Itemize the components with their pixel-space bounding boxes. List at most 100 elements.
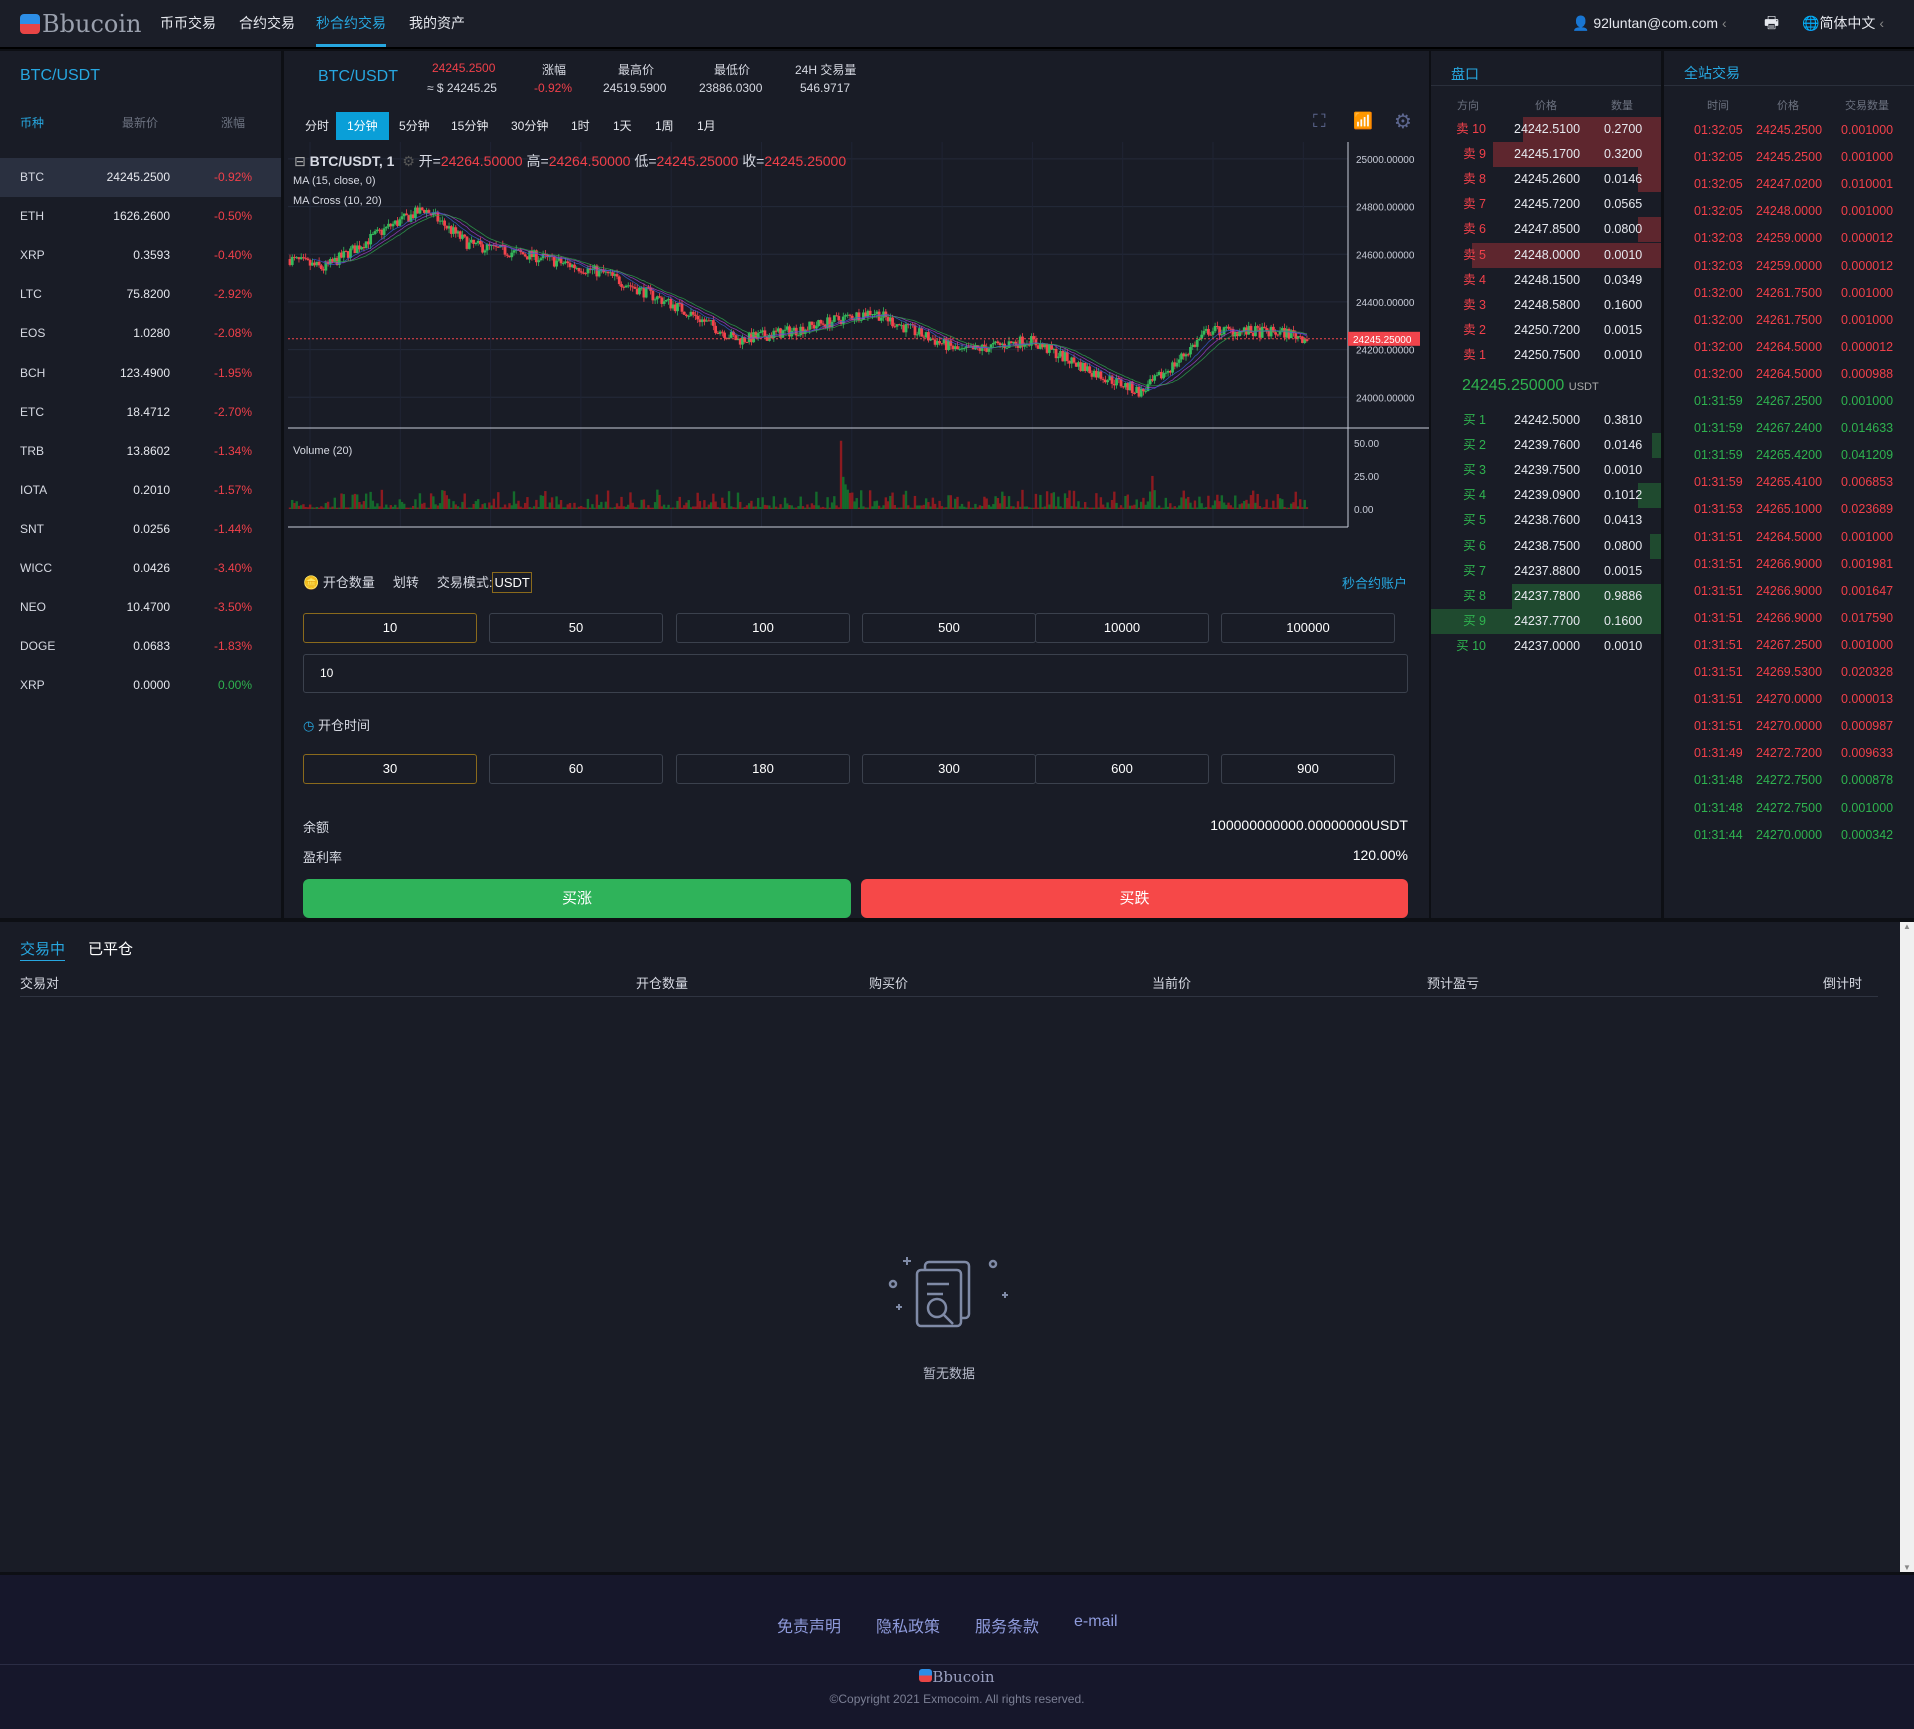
trade-time: 01:32:03	[1694, 231, 1743, 246]
market-row[interactable]: BCH 123.4900 -1.95%	[0, 354, 281, 393]
coins-icon: 🪙	[303, 575, 320, 590]
duration-option[interactable]: 60	[489, 754, 663, 784]
market-row[interactable]: SNT 0.0256 -1.44%	[0, 510, 281, 549]
amount-option[interactable]: 500	[862, 613, 1036, 643]
interval-tab[interactable]: 1时	[560, 112, 601, 140]
legend-settings-icon[interactable]: ⚙	[402, 153, 415, 169]
market-row[interactable]: NEO 10.4700 -3.50%	[0, 588, 281, 627]
interval-tab[interactable]: 15分钟	[440, 112, 499, 140]
market-row[interactable]: LTC 75.8200 -2.92%	[0, 275, 281, 314]
nav-second-contract[interactable]: 秒合约交易	[316, 0, 386, 47]
scrollbar[interactable]: ▲ ▼	[1900, 922, 1914, 1572]
fullscreen-icon[interactable]: ⛶	[1313, 111, 1326, 132]
bid-order-row[interactable]: 买 9 24237.7700 0.1600	[1431, 608, 1661, 634]
footer-link-disclaimer[interactable]: 免责声明	[777, 1613, 841, 1637]
order-book: 盘口 方向 价格 数量 卖 10 24242.5100 0.2700 卖 9 24245…	[1431, 51, 1661, 918]
volume-bar	[1030, 507, 1033, 509]
collapse-icon[interactable]: ⊟	[294, 153, 306, 169]
settings-icon[interactable]: ⚙	[1394, 109, 1412, 134]
market-row[interactable]: WICC 0.0426 -3.40%	[0, 549, 281, 588]
market-row[interactable]: TRB 13.8602 -1.34%	[0, 432, 281, 471]
volume-bar	[1269, 507, 1273, 509]
ask-order-row[interactable]: 卖 6 24247.8500 0.0800	[1431, 217, 1661, 243]
nav-contract[interactable]: 合约交易	[239, 0, 295, 47]
footer-link-privacy[interactable]: 隐私政策	[876, 1613, 940, 1637]
volume-bar	[353, 493, 357, 509]
bid-order-row[interactable]: 买 7 24237.8800 0.0015	[1431, 559, 1661, 584]
ask-order-row[interactable]: 卖 5 24248.0000 0.0010	[1431, 242, 1661, 268]
account-link[interactable]: 秒合约账户	[1342, 573, 1407, 592]
ask-order-row[interactable]: 卖 1 24250.7500 0.0010	[1431, 343, 1661, 368]
brand-logo[interactable]: Bbucoin	[20, 10, 141, 38]
tab-open-positions[interactable]: 交易中	[20, 938, 66, 961]
user-menu[interactable]: 👤 92luntan@com.com ‹	[1572, 0, 1727, 47]
amount-option[interactable]: 100	[676, 613, 850, 643]
market-row[interactable]: ETH 1626.2600 -0.50%	[0, 197, 281, 236]
interval-tab[interactable]: 1天	[602, 112, 643, 140]
interval-tab[interactable]: 1月	[686, 112, 727, 140]
user-icon: 👤	[1572, 15, 1590, 31]
volume-bar	[537, 507, 540, 509]
interval-tab[interactable]: 30分钟	[500, 112, 559, 140]
market-row[interactable]: DOGE 0.0683 -1.83%	[0, 627, 281, 666]
amount-option[interactable]: 10	[303, 613, 477, 643]
bid-order-row[interactable]: 买 1 24242.5000 0.3810	[1431, 408, 1661, 433]
bid-order-row[interactable]: 买 3 24239.7500 0.0010	[1431, 458, 1661, 483]
user-email: 92luntan@com.com	[1593, 15, 1719, 31]
market-row[interactable]: XRP 0.0000 0.00%	[0, 666, 281, 705]
footer-link-terms[interactable]: 服务条款	[975, 1613, 1039, 1637]
bid-order-row[interactable]: 买 8 24237.7800 0.9886	[1431, 583, 1661, 609]
order-side: 卖 1	[1463, 347, 1486, 362]
duration-option[interactable]: 30	[303, 754, 477, 784]
volume-bar	[898, 507, 901, 509]
market-row[interactable]: EOS 1.0280 -2.08%	[0, 314, 281, 353]
col-direction: 方向	[1457, 100, 1479, 112]
interval-tab[interactable]: 1分钟	[336, 112, 389, 140]
download-icon[interactable]: 🖶	[1764, 0, 1779, 47]
nav-assets[interactable]: 我的资产	[409, 0, 465, 47]
bid-order-row[interactable]: 买 10 24237.0000 0.0010	[1431, 634, 1661, 659]
duration-option[interactable]: 180	[676, 754, 850, 784]
bid-order-row[interactable]: 买 6 24238.7500 0.0800	[1431, 533, 1661, 559]
ask-order-row[interactable]: 卖 3 24248.5800 0.1600	[1431, 293, 1661, 318]
interval-tab[interactable]: 1周	[644, 112, 685, 140]
buy-up-button[interactable]: 买涨	[303, 879, 851, 918]
trade-amount: 0.009633	[1841, 746, 1894, 761]
ask-order-row[interactable]: 卖 4 24248.1500 0.0349	[1431, 268, 1661, 293]
market-row[interactable]: ETC 18.4712 -2.70%	[0, 393, 281, 432]
market-row[interactable]: BTC 24245.2500 -0.92%	[0, 158, 281, 197]
market-row[interactable]: IOTA 0.2010 -1.57%	[0, 471, 281, 510]
market-row[interactable]: XRP 0.3593 -0.40%	[0, 236, 281, 275]
bid-order-row[interactable]: 买 5 24238.7600 0.0413	[1431, 508, 1661, 533]
ask-order-row[interactable]: 卖 2 24250.7200 0.0015	[1431, 318, 1661, 343]
language-select[interactable]: 🌐简体中文 ‹	[1802, 0, 1884, 47]
volume-bar	[940, 506, 944, 509]
volume-bar	[1072, 490, 1076, 509]
transfer-button[interactable]: 划转	[393, 572, 419, 591]
buy-down-button[interactable]: 买跌	[861, 879, 1408, 918]
ask-order-row[interactable]: 卖 9 24245.1700 0.3200	[1431, 142, 1661, 168]
amount-input[interactable]: 10	[303, 654, 1408, 693]
nav-spot[interactable]: 币币交易	[160, 0, 216, 47]
ask-order-row[interactable]: 卖 8 24245.2600 0.0146	[1431, 167, 1661, 193]
duration-option[interactable]: 900	[1221, 754, 1395, 784]
tab-closed-positions[interactable]: 已平仓	[88, 938, 133, 959]
amount-option[interactable]: 100000	[1221, 613, 1395, 643]
mode-select[interactable]: USDT	[492, 572, 532, 593]
candle	[658, 296, 661, 298]
trade-amount: 0.000013	[1841, 692, 1894, 707]
amount-option[interactable]: 50	[489, 613, 663, 643]
amount-option[interactable]: 10000	[1035, 613, 1209, 643]
duration-option[interactable]: 600	[1035, 754, 1209, 784]
interval-tab[interactable]: 分时	[294, 112, 340, 140]
bid-order-row[interactable]: 买 2 24239.7600 0.0146	[1431, 433, 1661, 459]
bid-order-row[interactable]: 买 4 24239.0900 0.1012	[1431, 483, 1661, 509]
indicators-icon[interactable]: 📶	[1353, 111, 1373, 131]
mid-price-value: 24245.250000	[1462, 377, 1565, 394]
candlestick-chart[interactable]: 25000.00000 24800.00000 24600.00000 24400.0…	[288, 142, 1429, 532]
ask-order-row[interactable]: 卖 7 24245.7200 0.0565	[1431, 192, 1661, 217]
duration-option[interactable]: 300	[862, 754, 1036, 784]
ask-order-row[interactable]: 卖 10 24242.5100 0.2700	[1431, 117, 1661, 142]
interval-tab[interactable]: 5分钟	[388, 112, 441, 140]
footer-link-email[interactable]: e-mail	[1074, 1613, 1118, 1631]
